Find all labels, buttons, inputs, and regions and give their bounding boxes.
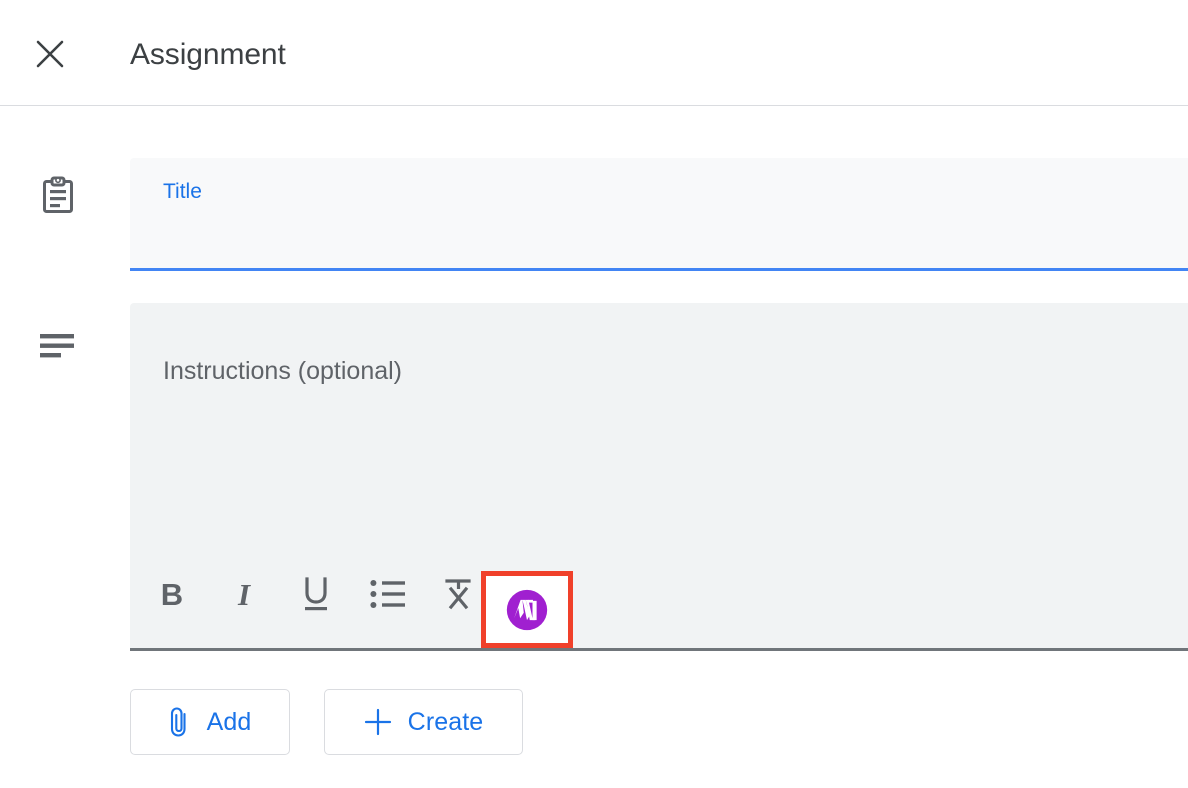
- plus-icon: [364, 708, 392, 736]
- clipboard-icon: [38, 173, 78, 219]
- add-button[interactable]: Add: [130, 689, 290, 755]
- underline-icon: [299, 576, 333, 612]
- mathtype-icon: [505, 588, 549, 632]
- bold-button[interactable]: B: [148, 570, 196, 618]
- attachment-actions: Add Create: [130, 689, 523, 755]
- underline-button[interactable]: [292, 570, 340, 618]
- create-button[interactable]: Create: [324, 689, 523, 755]
- italic-icon: I: [238, 579, 250, 610]
- instructions-underline: [130, 648, 1188, 651]
- plus-glyph: [364, 708, 392, 736]
- instructions-input[interactable]: Instructions (optional) B I: [130, 303, 1188, 650]
- formatting-toolbar: B I: [148, 564, 484, 624]
- title-label: Title: [163, 179, 202, 205]
- bold-icon: B: [161, 579, 183, 610]
- clipboard-glyph: [42, 176, 74, 216]
- paperclip-glyph: [169, 706, 191, 738]
- close-button[interactable]: [28, 32, 72, 76]
- title-input[interactable]: Title: [130, 158, 1188, 271]
- clear-formatting-button[interactable]: [436, 570, 484, 618]
- page-title: Assignment: [130, 35, 286, 75]
- bulleted-list-icon: [370, 579, 406, 609]
- clear-formatting-icon: [441, 577, 479, 611]
- bulleted-list-button[interactable]: [364, 570, 412, 618]
- italic-button[interactable]: I: [220, 570, 268, 618]
- close-icon: [35, 39, 65, 69]
- mathtype-button[interactable]: [481, 571, 573, 648]
- paperclip-icon: [169, 706, 191, 738]
- description-glyph: [40, 332, 76, 360]
- dialog-header: Assignment: [0, 0, 1188, 106]
- title-focus-underline: [130, 268, 1188, 271]
- add-button-label: Add: [207, 708, 252, 737]
- description-icon: [38, 326, 78, 366]
- create-button-label: Create: [408, 708, 484, 737]
- instructions-label: Instructions (optional): [163, 355, 402, 387]
